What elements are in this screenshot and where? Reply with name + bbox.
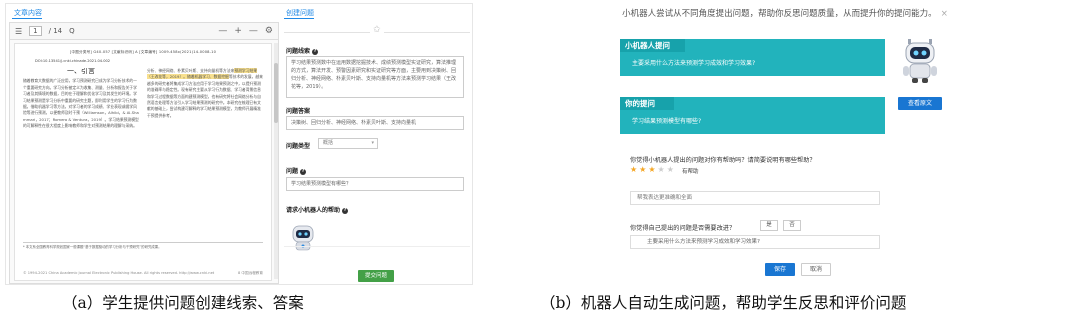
- page-number-input[interactable]: 1: [29, 26, 42, 36]
- zoom-in-button[interactable]: +: [234, 26, 242, 36]
- rating-text: 有帮助: [682, 169, 699, 175]
- robot-avatar-icon: [903, 39, 937, 83]
- help-icon: ?: [342, 207, 349, 214]
- journal-page-label: 8 中国远程教育: [238, 271, 263, 275]
- answer-input[interactable]: 决策树、回归分析、神经网络、朴素贝叶斯、支持向量机: [286, 116, 464, 130]
- panel-a-window: 文章内容 ☰ 1 / 14 Q — + — ⚙ [中图分类号] G40-057 …: [5, 3, 473, 285]
- help-icon: ?: [300, 168, 307, 175]
- sidebar-toggle-icon[interactable]: ☰: [15, 27, 22, 36]
- star-icon: ✩: [370, 25, 384, 35]
- robot-question-header: 小机器人提问: [620, 39, 685, 52]
- panel-b-dialog: 小机器人尝试从不同角度提出问题，帮助你反思问题质量，从而提升你的提问能力。 × 小…: [620, 3, 950, 285]
- figure: 文章内容 ☰ 1 / 14 Q — + — ⚙ [中图分类号] G40-057 …: [0, 0, 1080, 320]
- tab-create-question[interactable]: 创建问题: [286, 8, 314, 18]
- star-icon: ★: [657, 165, 667, 174]
- star-icon: ★: [639, 165, 649, 174]
- paper-column-right: 分析、神经网络、朴素贝叶斯、支持向量机等方法来预测学习结果（王改花等，2019）…: [147, 68, 263, 238]
- paper-column-left: 一、引言 随着教育大数据的广泛应用，学习预测研究已成为学习分析技术的一个重要研究…: [23, 68, 139, 238]
- tab-article-content[interactable]: 文章内容: [14, 8, 42, 18]
- pdf-scrollbar-thumb[interactable]: [274, 63, 278, 123]
- page-total: / 14: [48, 27, 63, 35]
- paper-text-left: 随着教育大数据的广泛应用，学习预测研究已成为学习分析技术的一个重要研究方向。学习…: [23, 78, 139, 129]
- question-type-select[interactable]: 概括 ▾: [318, 138, 378, 149]
- clue-label: 问题线索?: [286, 48, 319, 55]
- paper-text-right-post: 等技术的发展，越来越多的研究者将集成学习方法应用于学习结果预测之中，以提升预测的…: [147, 74, 263, 118]
- improved-question-input[interactable]: 主要采用什么方法来预测学习成效和学习效果?: [630, 235, 880, 249]
- type-label: 问题类型: [286, 143, 311, 150]
- copyright-text: © 1994-2021 China Academic Journal Elect…: [23, 271, 215, 275]
- dialog-title: 小机器人尝试从不同角度提出问题，帮助你反思问题质量，从而提升你的提问能力。 ×: [622, 9, 948, 19]
- star-icon: ★: [648, 165, 658, 174]
- submit-question-button[interactable]: 提交问题: [358, 270, 394, 282]
- question-input[interactable]: 学习结果预测模型有哪些？: [286, 177, 464, 191]
- paper-page: [中图分类号] G40-057 [文献标识码] A [文章编号] 1009-45…: [14, 43, 272, 281]
- no-button[interactable]: 否: [783, 220, 801, 231]
- close-icon[interactable]: ×: [941, 9, 948, 19]
- more-button[interactable]: —: [249, 26, 258, 36]
- cancel-button[interactable]: 取消: [801, 263, 831, 276]
- paper-doi: DOI:10.13541/j.cnki.chinade.2021.04.002: [35, 59, 111, 63]
- pdf-viewer: ☰ 1 / 14 Q — + — ⚙ [中图分类号] G40-057 [文献标识…: [9, 22, 279, 284]
- caption-a: （a）学生提供问题创建线索、答案: [62, 294, 304, 312]
- pdf-toolbar: ☰ 1 / 14 Q — + — ⚙: [10, 23, 278, 40]
- section-title: 一、引言: [67, 68, 95, 75]
- paper-meta: [中图分类号] G40-057 [文献标识码] A [文章编号] 1009-45…: [69, 50, 217, 54]
- chevron-down-icon: ▾: [371, 140, 374, 146]
- help-icon: ?: [312, 48, 319, 55]
- paper-footnote: * 本文系全国教育科学规划国家一般课题“基于数据驱动的学习分析与干预研究”的研究…: [23, 242, 263, 250]
- rating-stars[interactable]: ★★★★★: [630, 165, 676, 174]
- zoom-out-button[interactable]: —: [218, 26, 227, 36]
- my-question-text: 学习结果预测模型有哪些?: [632, 118, 702, 125]
- robot-question-card: 小机器人提问 主要采用什么方法来预测学习成效和学习效果?: [620, 39, 885, 76]
- clue-textarea[interactable]: 学习结果预测数中在运用数据挖掘技术、成绩预测模型实证研究，算法推理的方式，算法开…: [286, 56, 464, 98]
- robot-question-text: 主要采用什么方法来预测学习成效和学习效果?: [632, 60, 756, 67]
- helpfulness-question: 你觉得小机器人提出的问题对你有帮助吗？请简要说明有哪些帮助？: [630, 157, 816, 164]
- tab-create-underline: [284, 18, 314, 19]
- star-icon: ★: [666, 165, 676, 174]
- divider: [284, 246, 470, 247]
- improve-question: 你觉得自己提出的问题是否需要改进？: [630, 225, 736, 232]
- robot-help-label: 请求小机器人的帮助?: [286, 207, 349, 214]
- helpfulness-input[interactable]: 帮我表达更准确和全面: [630, 191, 880, 205]
- yes-button[interactable]: 是: [760, 220, 778, 231]
- paper-text-right-pre: 分析、神经网络、朴素贝叶斯、支持向量机等方法来: [147, 68, 235, 73]
- star-icon: ★: [630, 165, 640, 174]
- paper-columns: 一、引言 随着教育大数据的广泛应用，学习预测研究已成为学习分析技术的一个重要研究…: [23, 68, 263, 238]
- tab-article-underline: [12, 18, 42, 19]
- question-label: 问题?: [286, 168, 307, 175]
- settings-icon[interactable]: ⚙: [265, 26, 273, 36]
- caption-b: （b）机器人自动生成问题，帮助学生反思和评价问题: [540, 294, 907, 312]
- view-original-button[interactable]: 查看原文: [898, 97, 942, 110]
- my-question-card: 你的提问 学习结果预测模型有哪些?: [620, 97, 885, 134]
- answer-label: 问题答案: [286, 108, 311, 115]
- search-icon[interactable]: Q: [69, 27, 75, 35]
- pdf-scrollbar[interactable]: [274, 43, 278, 279]
- save-button[interactable]: 保存: [765, 263, 795, 276]
- my-question-header: 你的提问: [620, 97, 674, 110]
- robot-icon[interactable]: [290, 224, 316, 252]
- paper-footer: © 1994-2021 China Academic Journal Elect…: [23, 271, 263, 276]
- create-question-form: 创建问题 ✩ 问题线索? 学习结果预测数中在运用数据挖掘技术、成绩预测模型实证研…: [284, 9, 470, 284]
